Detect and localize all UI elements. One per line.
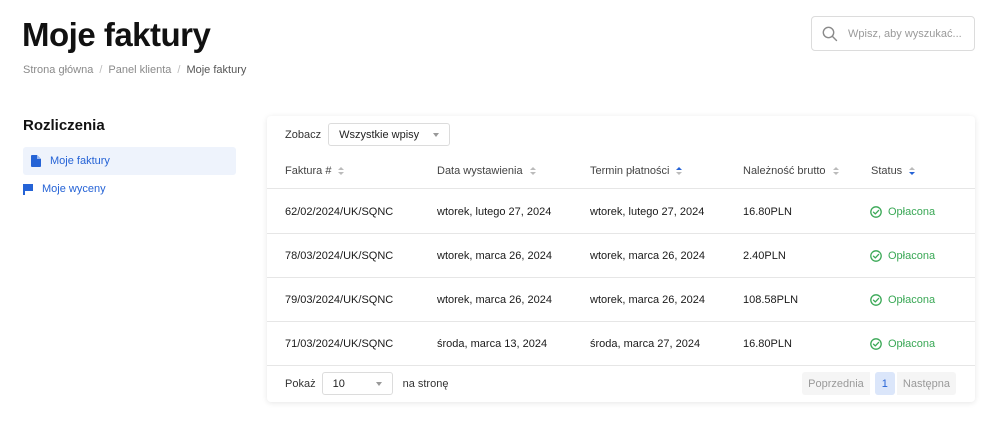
breadcrumb-separator: / xyxy=(99,64,103,76)
issue-date: wtorek, lutego 27, 2024 xyxy=(437,206,552,218)
sort-icon xyxy=(338,167,345,175)
search-box[interactable] xyxy=(811,16,975,51)
sidebar-title: Rozliczenia xyxy=(23,117,105,134)
issue-date: wtorek, marca 26, 2024 xyxy=(437,294,552,306)
due-date: wtorek, marca 26, 2024 xyxy=(590,294,705,306)
column-label: Termin płatności xyxy=(590,165,670,177)
status-badge: Opłacona xyxy=(870,250,935,262)
per-page-label: Pokaż xyxy=(285,377,316,390)
due-date: wtorek, lutego 27, 2024 xyxy=(590,206,705,218)
per-page-select[interactable]: 10 xyxy=(321,372,393,395)
column-header-due-date[interactable]: Termin płatności xyxy=(590,165,683,177)
filter-label: Zobacz xyxy=(285,128,322,141)
breadcrumb-home[interactable]: Strona główna xyxy=(23,64,93,76)
breadcrumb-separator: / xyxy=(177,64,181,76)
status-label: Opłacona xyxy=(888,338,936,350)
document-icon xyxy=(31,155,41,167)
column-header-invoice[interactable]: Faktura # xyxy=(285,165,345,177)
status-label: Opłacona xyxy=(888,206,936,218)
status-badge: Opłacona xyxy=(870,294,935,306)
chevron-down-icon xyxy=(433,132,440,137)
status-badge: Opłacona xyxy=(870,338,935,350)
page-number-button[interactable]: 1 xyxy=(874,372,895,395)
invoices-card: Zobacz Wszystkie wpisy Faktura # Data wy… xyxy=(267,116,975,402)
sidebar-item-my-quotes[interactable]: Moje wyceny xyxy=(23,175,236,203)
due-date: środa, marca 27, 2024 xyxy=(590,338,701,350)
invoice-number[interactable]: 62/02/2024/UK/SQNC xyxy=(285,206,393,218)
breadcrumb-current: Moje faktury xyxy=(186,64,247,76)
sort-icon xyxy=(832,167,839,175)
due-date: wtorek, marca 26, 2024 xyxy=(590,250,705,262)
breadcrumb: Strona główna / Panel klienta / Moje fak… xyxy=(23,64,246,76)
page-title: Moje faktury xyxy=(22,16,211,53)
table-row[interactable]: 79/03/2024/UK/SQNC wtorek, marca 26, 202… xyxy=(267,278,975,322)
invoice-number[interactable]: 79/03/2024/UK/SQNC xyxy=(285,294,393,306)
sidebar-item-my-invoices[interactable]: Moje faktury xyxy=(23,147,236,175)
next-page-button[interactable]: Następna xyxy=(896,372,956,395)
table-row[interactable]: 62/02/2024/UK/SQNC wtorek, lutego 27, 20… xyxy=(267,190,975,234)
sort-descending-icon xyxy=(909,167,916,175)
filter-row: Zobacz Wszystkie wpisy xyxy=(285,123,451,146)
prev-page-button[interactable]: Poprzednia xyxy=(802,372,870,395)
per-page-control: Pokaż 10 na stronę xyxy=(285,372,448,395)
column-header-issue-date[interactable]: Data wystawienia xyxy=(437,165,536,177)
flag-icon xyxy=(23,183,33,195)
column-header-status[interactable]: Status xyxy=(871,165,916,177)
column-label: Faktura # xyxy=(285,165,332,177)
issue-date: środa, marca 13, 2024 xyxy=(437,338,548,350)
status-badge: Opłacona xyxy=(870,206,935,218)
amount: 108.58PLN xyxy=(743,294,799,306)
column-header-amount[interactable]: Należność brutto xyxy=(743,165,839,177)
breadcrumb-client-panel[interactable]: Panel klienta xyxy=(108,64,171,76)
pagination: Poprzednia 1 Następna xyxy=(802,372,956,395)
search-input[interactable] xyxy=(848,27,968,40)
amount: 2.40PLN xyxy=(743,250,786,262)
column-label: Data wystawienia xyxy=(437,165,523,177)
check-circle-icon xyxy=(870,338,882,350)
table-row[interactable]: 78/03/2024/UK/SQNC wtorek, marca 26, 202… xyxy=(267,234,975,278)
check-circle-icon xyxy=(870,250,882,262)
per-page-value: 10 xyxy=(332,377,345,390)
check-circle-icon xyxy=(870,294,882,306)
sidebar-item-label: Moje wyceny xyxy=(42,183,106,195)
status-label: Opłacona xyxy=(888,294,936,306)
search-icon xyxy=(822,26,838,41)
amount: 16.80PLN xyxy=(743,338,792,350)
issue-date: wtorek, marca 26, 2024 xyxy=(437,250,552,262)
amount: 16.80PLN xyxy=(743,206,792,218)
sort-ascending-icon xyxy=(676,167,683,175)
status-label: Opłacona xyxy=(888,250,936,262)
chevron-down-icon xyxy=(375,381,382,386)
check-circle-icon xyxy=(870,206,882,218)
sidebar-item-label: Moje faktury xyxy=(50,155,110,167)
column-label: Należność brutto xyxy=(743,165,826,177)
per-page-suffix: na stronę xyxy=(402,377,449,390)
column-label: Status xyxy=(871,165,903,177)
sort-icon xyxy=(529,167,536,175)
filter-select[interactable]: Wszystkie wpisy xyxy=(328,123,451,146)
table-header: Faktura # Data wystawienia Termin płatno… xyxy=(267,157,975,189)
table-row[interactable]: 71/03/2024/UK/SQNC środa, marca 13, 2024… xyxy=(267,322,975,366)
filter-selected-value: Wszystkie wpisy xyxy=(339,128,420,141)
invoice-number[interactable]: 78/03/2024/UK/SQNC xyxy=(285,250,393,262)
invoice-number[interactable]: 71/03/2024/UK/SQNC xyxy=(285,338,393,350)
